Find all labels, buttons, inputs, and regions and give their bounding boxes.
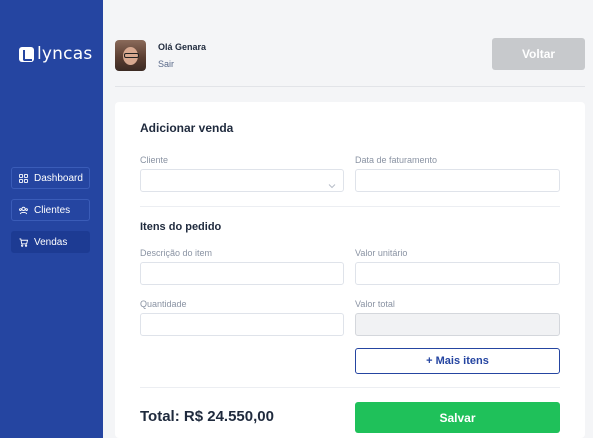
brand-name: lyncas xyxy=(37,44,93,64)
grid-icon xyxy=(19,173,28,183)
descricao-label: Descrição do item xyxy=(140,248,213,258)
valor-total-label: Valor total xyxy=(355,299,395,309)
order-total: Total: R$ 24.550,00 xyxy=(140,408,274,425)
valor-unitario-label: Valor unitário xyxy=(355,248,408,258)
descricao-field[interactable] xyxy=(140,262,344,285)
user-header: Olá Genara Sair xyxy=(115,38,206,72)
header-divider xyxy=(115,86,585,87)
sidebar-item-label: Vendas xyxy=(34,236,68,248)
quantidade-field[interactable] xyxy=(140,313,344,336)
section-divider xyxy=(140,206,560,207)
data-faturamento-field[interactable] xyxy=(355,169,560,192)
user-meta: Olá Genara Sair xyxy=(158,42,206,69)
footer-divider xyxy=(140,387,560,388)
quantidade-label: Quantidade xyxy=(140,299,187,309)
save-button[interactable]: Salvar xyxy=(355,402,560,433)
cliente-select[interactable] xyxy=(140,169,344,192)
page-title: Adicionar venda xyxy=(140,121,234,135)
sidebar-item-clientes[interactable]: Clientes xyxy=(11,199,90,221)
data-faturamento-label: Data de faturamento xyxy=(355,155,438,165)
brand-logo[interactable]: lyncas xyxy=(19,44,92,64)
valor-total-field xyxy=(355,313,560,336)
sale-form-card: Adicionar venda Cliente Data de faturame… xyxy=(115,102,585,438)
sidebar-item-label: Dashboard xyxy=(34,172,83,184)
logout-link[interactable]: Sair xyxy=(158,59,206,69)
avatar xyxy=(115,39,146,71)
chevron-down-icon xyxy=(328,177,336,189)
sidebar-item-label: Clientes xyxy=(34,204,71,216)
valor-unitario-field[interactable] xyxy=(355,262,560,285)
add-more-items-button[interactable]: + Mais itens xyxy=(355,348,560,374)
cart-icon xyxy=(19,237,28,247)
cliente-label: Cliente xyxy=(140,155,169,165)
sidebar: lyncas Dashboard Clientes Vendas xyxy=(0,0,103,438)
itens-section-title: Itens do pedido xyxy=(140,221,222,233)
users-icon xyxy=(19,206,28,215)
user-greeting: Olá Genara xyxy=(158,41,207,52)
back-button[interactable]: Voltar xyxy=(492,38,585,70)
lyncas-logo-icon xyxy=(19,46,34,62)
sidebar-item-dashboard[interactable]: Dashboard xyxy=(11,167,90,189)
sidebar-nav: Dashboard Clientes Vendas xyxy=(11,167,90,263)
sidebar-item-vendas[interactable]: Vendas xyxy=(11,231,90,253)
